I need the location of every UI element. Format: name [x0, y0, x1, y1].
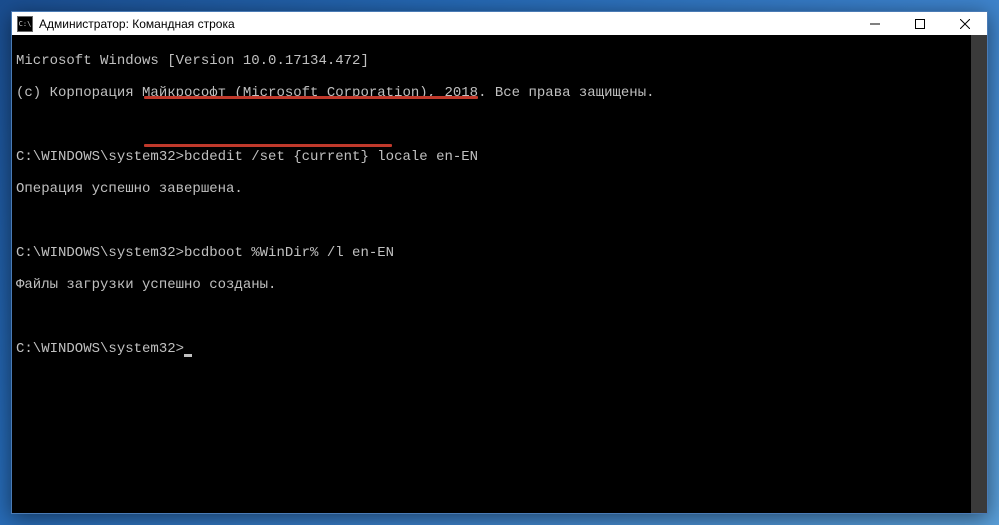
prompt-3: C:\WINDOWS\system32> [16, 341, 184, 357]
response-1: Операция успешно завершена. [16, 181, 243, 197]
close-button[interactable] [942, 12, 987, 35]
prompt-1: C:\WINDOWS\system32> [16, 149, 184, 165]
minimize-button[interactable] [852, 12, 897, 35]
app-icon: C:\ [17, 16, 33, 32]
version-line: Microsoft Windows [Version 10.0.17134.47… [16, 53, 369, 69]
response-2: Файлы загрузки успешно созданы. [16, 277, 276, 293]
cmd-window: C:\ Администратор: Командная строка Micr… [11, 11, 988, 514]
cursor [184, 354, 192, 357]
window-controls [852, 12, 987, 35]
scrollbar-vertical[interactable] [971, 35, 987, 513]
scrollbar-thumb[interactable] [971, 35, 987, 513]
annotation-underline-1 [144, 96, 478, 99]
terminal-area[interactable]: Microsoft Windows [Version 10.0.17134.47… [12, 35, 987, 513]
terminal-content: Microsoft Windows [Version 10.0.17134.47… [16, 37, 983, 421]
command-1: bcdedit /set {current} locale en-EN [184, 149, 478, 165]
window-title: Администратор: Командная строка [39, 17, 852, 31]
command-2: bcdboot %WinDir% /l en-EN [184, 245, 394, 261]
titlebar[interactable]: C:\ Администратор: Командная строка [12, 12, 987, 35]
prompt-2: C:\WINDOWS\system32> [16, 245, 184, 261]
maximize-button[interactable] [897, 12, 942, 35]
annotation-underline-2 [144, 144, 392, 147]
